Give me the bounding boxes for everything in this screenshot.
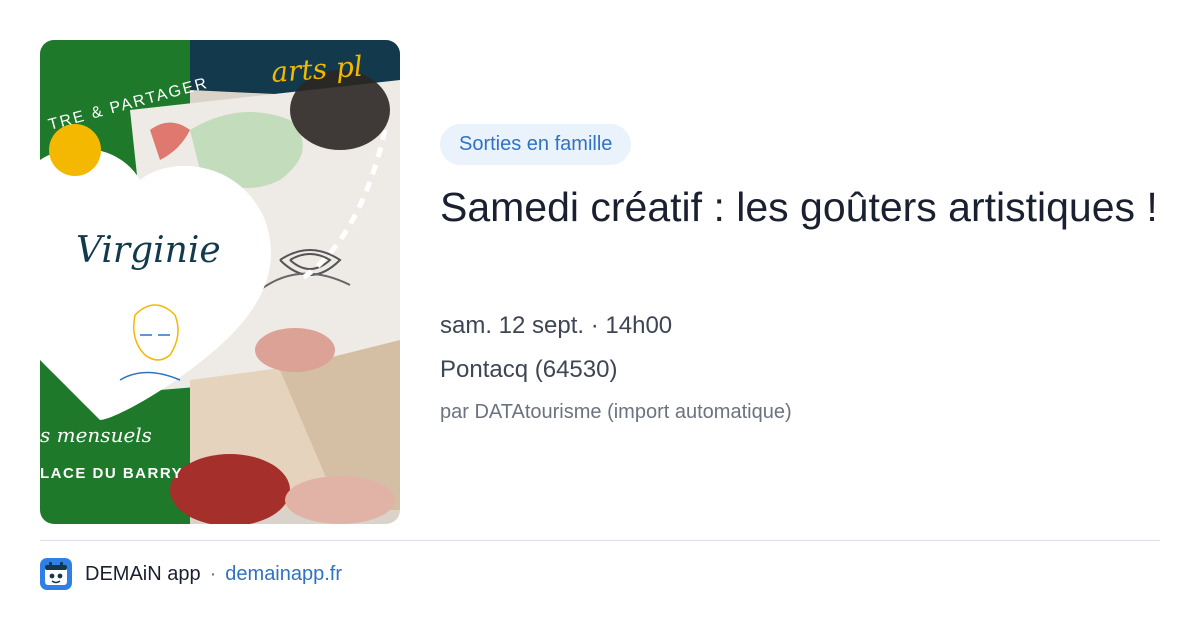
poster-name: Virginie [76,230,221,271]
event-title[interactable]: Samedi créatif : les goûters artistiques… [440,180,1160,234]
event-source: par DATAtourisme (import automatique) [440,401,792,423]
poster-headline: arts pl [270,50,364,89]
footer: DEMAiN app · demainapp.fr [40,557,342,591]
app-url-link[interactable]: demainapp.fr [225,563,342,586]
category-badge[interactable]: Sorties en famille [440,124,632,165]
footer-separator: · [209,562,217,585]
app-name: DEMAiN app [85,562,201,585]
footer-divider [40,540,1160,541]
event-location: Pontacq (64530) [440,356,618,383]
poster-schedule: s mensuels [40,423,152,447]
event-datetime: sam. 12 sept. · 14h00 [440,312,673,339]
demain-app-icon [40,558,72,590]
event-image[interactable]: TRE & PARTAGER arts pl Virginie s mensue… [40,40,400,524]
poster-venue: LACE DU BARRY [40,465,183,482]
